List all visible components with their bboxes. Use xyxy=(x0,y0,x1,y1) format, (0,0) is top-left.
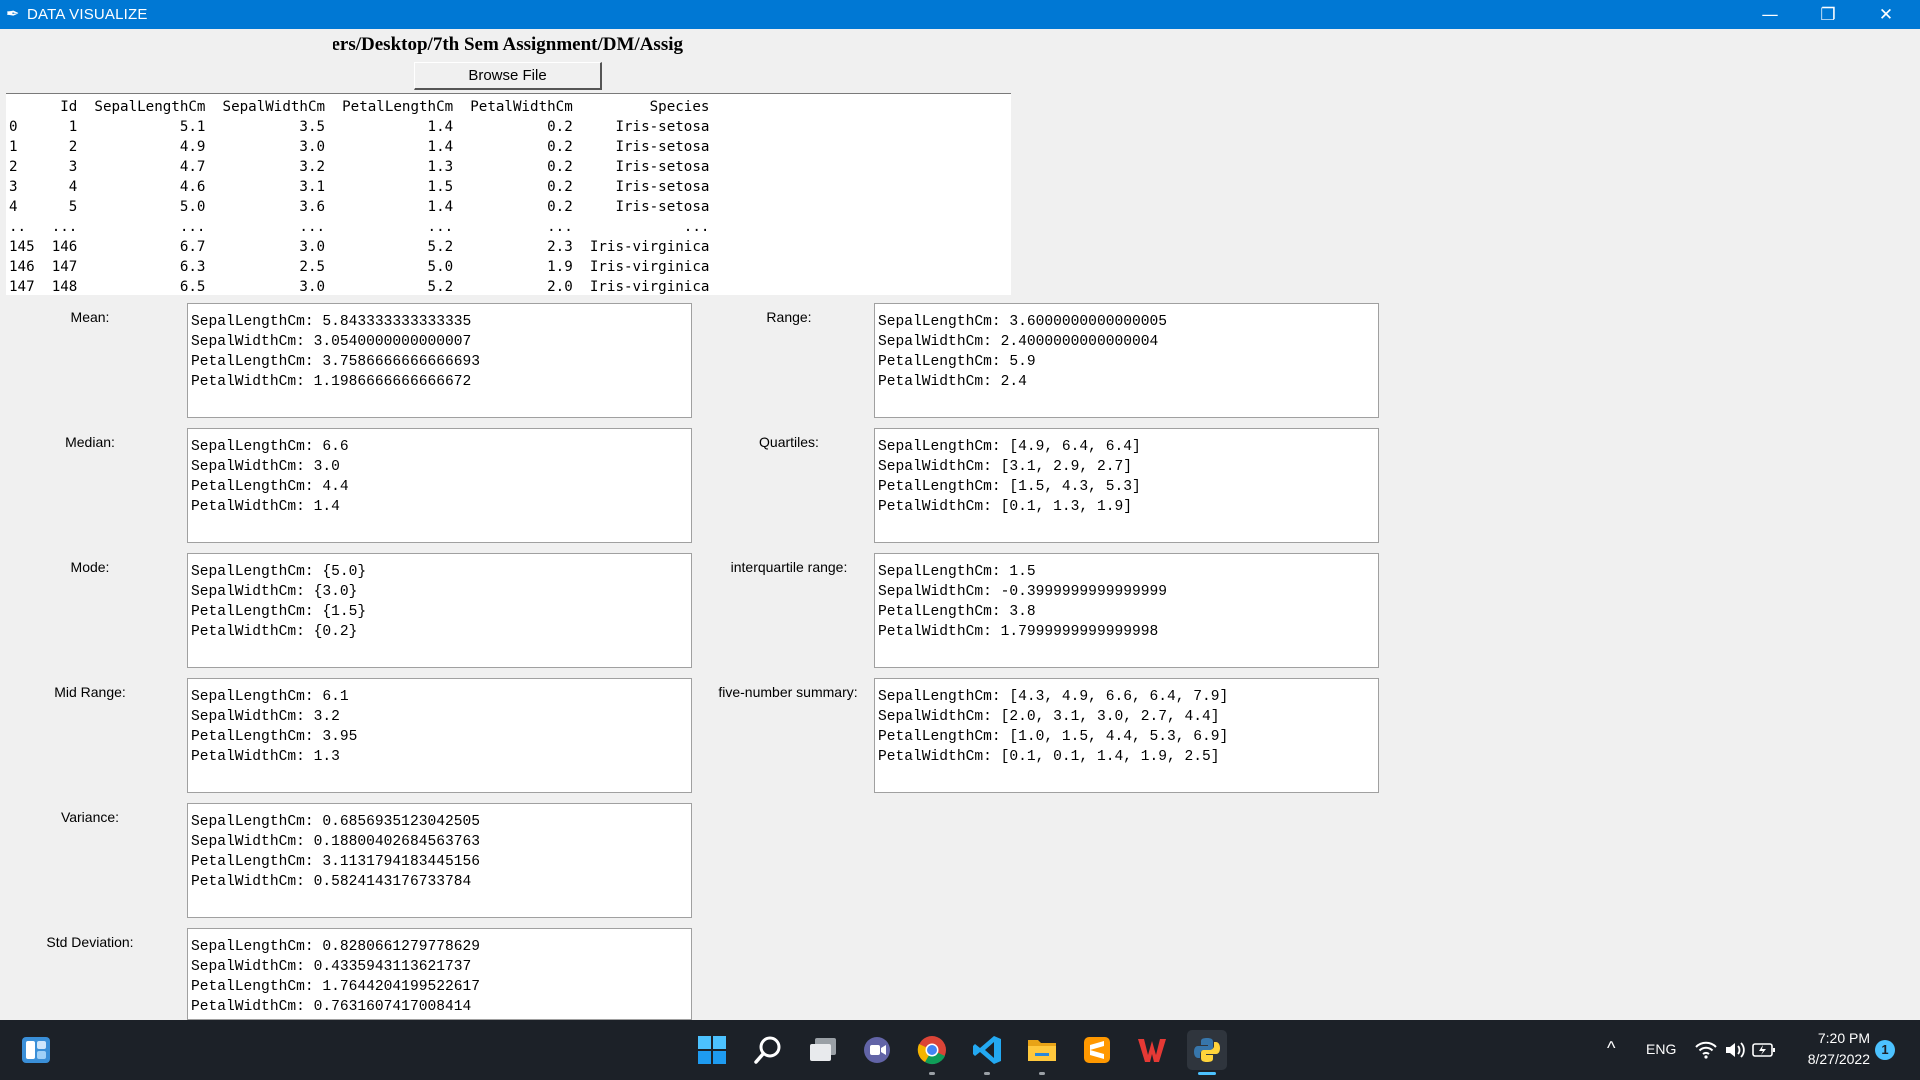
sublime-text-icon[interactable] xyxy=(1077,1030,1117,1070)
vscode-running-indicator xyxy=(984,1072,990,1075)
range-textbox[interactable]: SepalLengthCm: 3.6000000000000005 SepalW… xyxy=(874,303,1379,418)
widgets-icon[interactable] xyxy=(16,1030,56,1070)
explorer-running-indicator xyxy=(1039,1072,1045,1075)
python-running-indicator xyxy=(1198,1072,1216,1075)
notification-badge[interactable]: 1 xyxy=(1875,1040,1895,1060)
dataframe-text: Id SepalLengthCm SepalWidthCm PetalLengt… xyxy=(9,99,710,295)
five-number-textbox[interactable]: SepalLengthCm: [4.3, 4.9, 6.6, 6.4, 7.9]… xyxy=(874,678,1379,793)
chat-icon[interactable] xyxy=(857,1030,897,1070)
volume-icon[interactable] xyxy=(1721,1030,1749,1070)
range-text: SepalLengthCm: 3.6000000000000005 SepalW… xyxy=(878,314,1168,390)
mode-text: SepalLengthCm: {5.0} SepalWidthCm: {3.0}… xyxy=(191,564,367,640)
clock-time[interactable]: 7:20 PM xyxy=(1810,1030,1870,1046)
mid-range-label: Mid Range: xyxy=(54,684,126,700)
mid-range-textbox[interactable]: SepalLengthCm: 6.1 SepalWidthCm: 3.2 Pet… xyxy=(187,678,692,793)
wps-office-icon[interactable] xyxy=(1132,1030,1172,1070)
iqr-label: interquartile range: xyxy=(730,559,848,575)
mode-textbox[interactable]: SepalLengthCm: {5.0} SepalWidthCm: {3.0}… xyxy=(187,553,692,668)
restore-button[interactable]: ❐ xyxy=(1799,0,1857,29)
five-number-text: SepalLengthCm: [4.3, 4.9, 6.6, 6.4, 7.9]… xyxy=(878,689,1229,765)
five-number-label: five-number summary: xyxy=(718,684,858,700)
quartiles-label: Quartiles: xyxy=(759,434,819,450)
feather-icon: ✒ xyxy=(6,4,20,23)
tray-chevron-icon[interactable]: ^ xyxy=(1607,1038,1615,1059)
mean-textbox[interactable]: SepalLengthCm: 5.843333333333335 SepalWi… xyxy=(187,303,692,418)
mid-range-text: SepalLengthCm: 6.1 SepalWidthCm: 3.2 Pet… xyxy=(191,689,358,765)
file-explorer-icon[interactable] xyxy=(1022,1030,1062,1070)
minimize-button[interactable]: — xyxy=(1741,0,1799,29)
vscode-icon[interactable] xyxy=(967,1030,1007,1070)
start-icon[interactable] xyxy=(692,1030,732,1070)
std-deviation-text: SepalLengthCm: 0.8280661279778629 SepalW… xyxy=(191,939,481,1015)
std-deviation-label: Std Deviation: xyxy=(46,934,134,950)
chrome-icon[interactable] xyxy=(912,1030,952,1070)
chrome-running-indicator xyxy=(929,1072,935,1075)
median-label: Median: xyxy=(65,434,115,450)
variance-label: Variance: xyxy=(60,809,120,825)
clock-date[interactable]: 8/27/2022 xyxy=(1790,1051,1870,1067)
std-deviation-textbox[interactable]: SepalLengthCm: 0.8280661279778629 SepalW… xyxy=(187,928,692,1020)
median-text: SepalLengthCm: 6.6 SepalWidthCm: 3.0 Pet… xyxy=(191,439,349,515)
language-indicator[interactable]: ENG xyxy=(1646,1041,1676,1057)
search-icon[interactable] xyxy=(748,1030,788,1070)
battery-icon[interactable] xyxy=(1750,1030,1778,1070)
iqr-textbox[interactable]: SepalLengthCm: 1.5 SepalWidthCm: -0.3999… xyxy=(874,553,1379,668)
median-textbox[interactable]: SepalLengthCm: 6.6 SepalWidthCm: 3.0 Pet… xyxy=(187,428,692,543)
window-titlebar: ✒ DATA VISUALIZE — ❐ ✕ xyxy=(0,0,1920,29)
quartiles-textbox[interactable]: SepalLengthCm: [4.9, 6.4, 6.4] SepalWidt… xyxy=(874,428,1379,543)
python-icon[interactable] xyxy=(1187,1030,1227,1070)
mean-text: SepalLengthCm: 5.843333333333335 SepalWi… xyxy=(191,314,481,390)
mode-label: Mode: xyxy=(70,559,110,575)
quartiles-text: SepalLengthCm: [4.9, 6.4, 6.4] SepalWidt… xyxy=(878,439,1141,515)
browse-file-button[interactable]: Browse File xyxy=(414,62,602,90)
mean-label: Mean: xyxy=(70,309,110,325)
taskbar xyxy=(0,1020,1920,1080)
window-title: DATA VISUALIZE xyxy=(27,6,148,23)
dataframe-preview: Id SepalLengthCm SepalWidthCm PetalLengt… xyxy=(6,93,1011,295)
file-path-label: C:/Users/Desktop/7th Sem Assignment/DM/A… xyxy=(333,34,683,58)
variance-text: SepalLengthCm: 0.6856935123042505 SepalW… xyxy=(191,814,481,890)
iqr-text: SepalLengthCm: 1.5 SepalWidthCm: -0.3999… xyxy=(878,564,1168,640)
close-button[interactable]: ✕ xyxy=(1857,0,1915,29)
variance-textbox[interactable]: SepalLengthCm: 0.6856935123042505 SepalW… xyxy=(187,803,692,918)
file-path-text: C:/Users/Desktop/7th Sem Assignment/DM/A… xyxy=(333,34,683,55)
range-label: Range: xyxy=(766,309,812,325)
wifi-icon[interactable] xyxy=(1692,1030,1720,1070)
task-view-icon[interactable] xyxy=(803,1030,843,1070)
